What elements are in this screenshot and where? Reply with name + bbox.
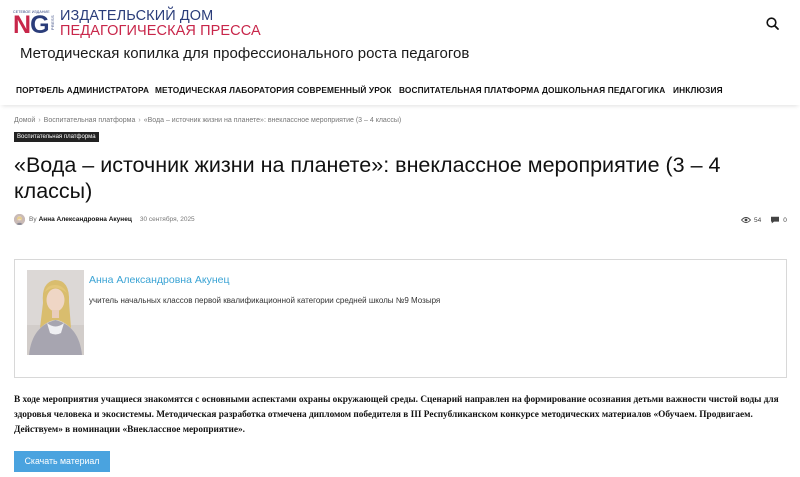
publish-date: 30 сентября, 2025 <box>139 215 195 223</box>
nav-item-educational-platform[interactable]: ВОСПИТАТЕЛЬНАЯ ПЛАТФОРМА <box>399 85 540 95</box>
author-photo[interactable] <box>27 270 84 355</box>
author-avatar[interactable] <box>14 213 25 225</box>
article-description: В ходе мероприятия учащиеся знакомятся с… <box>14 395 779 435</box>
author-box: Анна Александровна Акунец учитель началь… <box>14 259 787 378</box>
search-icon[interactable] <box>764 15 782 33</box>
breadcrumb-section[interactable]: Воспитательная платформа <box>44 117 136 124</box>
meta-by-label: By <box>29 215 37 223</box>
article-title: «Вода – источник жизни на планете»: внек… <box>14 153 721 203</box>
article-stats: 54 0 <box>740 214 787 226</box>
download-material-button[interactable]: Скачать материал <box>14 451 110 472</box>
comment-icon[interactable] <box>770 216 780 224</box>
article-meta: By Анна Александровна Акунец 30 сентября… <box>14 212 195 226</box>
logo-press: PRESS <box>50 15 55 31</box>
author-box-name[interactable]: Анна Александровна Акунец <box>89 274 229 286</box>
eye-icon <box>740 216 752 224</box>
breadcrumb: Домой › Воспитательная платформа › «Вода – и… <box>14 117 401 124</box>
breadcrumb-separator: › <box>138 117 141 124</box>
breadcrumb-separator: › <box>38 117 41 124</box>
nav-item-modern-lesson[interactable]: СОВРЕМЕННЫЙ УРОК <box>297 85 392 95</box>
site-tagline: Методическая копилка для профессионально… <box>20 45 470 62</box>
nav-item-admin-portfolio[interactable]: ПОРТФЕЛЬ АДМИНИСТРАТОРА <box>16 85 149 95</box>
breadcrumb-current: «Вода – источник жизни на планете»: внек… <box>143 117 402 124</box>
meta-author-link[interactable]: Анна Александровна Акунец <box>39 216 132 223</box>
category-badge[interactable]: Воспитательная платформа <box>14 132 99 142</box>
views-count: 54 <box>754 216 762 224</box>
nav-item-preschool[interactable]: ДОШКОЛЬНАЯ ПЕДАГОГИКА <box>542 85 665 95</box>
logo-line2: ПЕДАГОГИЧЕСКАЯ ПРЕССА <box>60 23 261 39</box>
author-box-description: учитель начальных классов первой квалифи… <box>89 296 441 305</box>
logo-mark: СЕТЕВОЕ ИЗДАНИЕ NG PRESS <box>13 7 59 41</box>
site-logo[interactable]: СЕТЕВОЕ ИЗДАНИЕ NG PRESS ИЗДАТЕЛЬСКИЙ ДО… <box>13 7 261 41</box>
nav-item-inclusion[interactable]: ИНКЛЮЗИЯ <box>673 85 723 95</box>
logo-text: ИЗДАТЕЛЬСКИЙ ДОМ ПЕДАГОГИЧЕСКАЯ ПРЕССА <box>60 9 261 39</box>
nav-item-methodical-lab[interactable]: МЕТОДИЧЕСКАЯ ЛАБОРАТОРИЯ <box>155 85 294 95</box>
main-navigation: ПОРТФЕЛЬ АДМИНИСТРАТОРА МЕТОДИЧЕСКАЯ ЛАБ… <box>0 75 800 105</box>
breadcrumb-home[interactable]: Домой <box>14 117 35 124</box>
logo-line1: ИЗДАТЕЛЬСКИЙ ДОМ <box>60 8 214 24</box>
comments-count[interactable]: 0 <box>783 217 787 224</box>
logo-ng: NG <box>13 11 50 39</box>
